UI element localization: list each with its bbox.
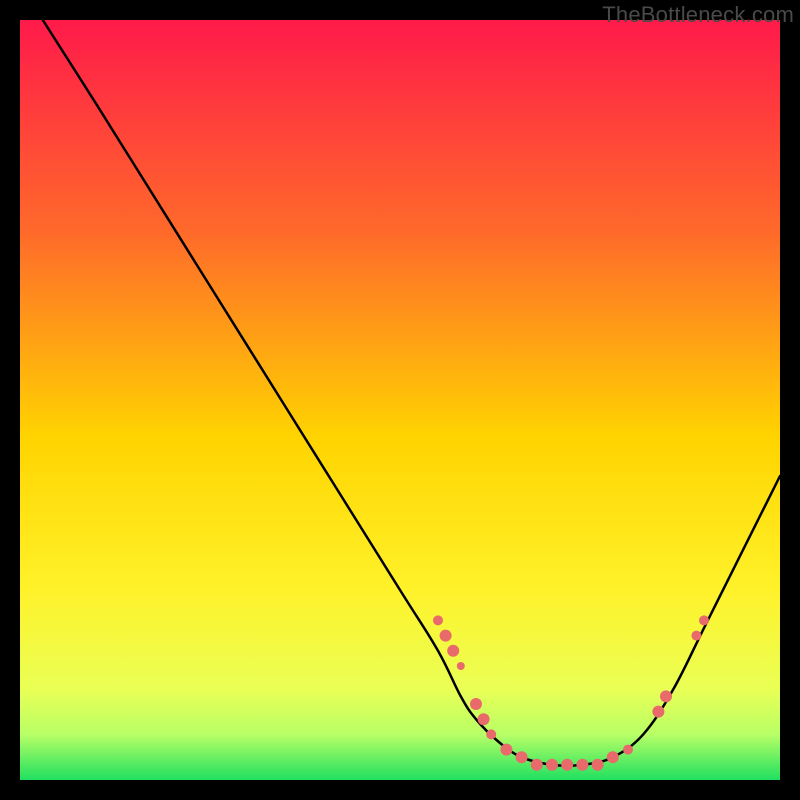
data-point [531, 759, 543, 771]
gradient-background [20, 20, 780, 780]
data-point [500, 744, 512, 756]
chart-svg [20, 20, 780, 780]
data-point [592, 759, 604, 771]
data-point [516, 751, 528, 763]
watermark-text: TheBottleneck.com [602, 2, 794, 28]
chart-frame [20, 20, 780, 780]
data-point [623, 745, 633, 755]
data-point [433, 615, 443, 625]
data-point [652, 706, 664, 718]
data-point [486, 729, 496, 739]
data-point [440, 630, 452, 642]
data-point [576, 759, 588, 771]
data-point [546, 759, 558, 771]
data-point [561, 759, 573, 771]
data-point [447, 645, 459, 657]
data-point [691, 631, 701, 641]
data-point [699, 615, 709, 625]
data-point [470, 698, 482, 710]
data-point [478, 713, 490, 725]
data-point [660, 690, 672, 702]
data-point [607, 751, 619, 763]
data-point [457, 662, 465, 670]
